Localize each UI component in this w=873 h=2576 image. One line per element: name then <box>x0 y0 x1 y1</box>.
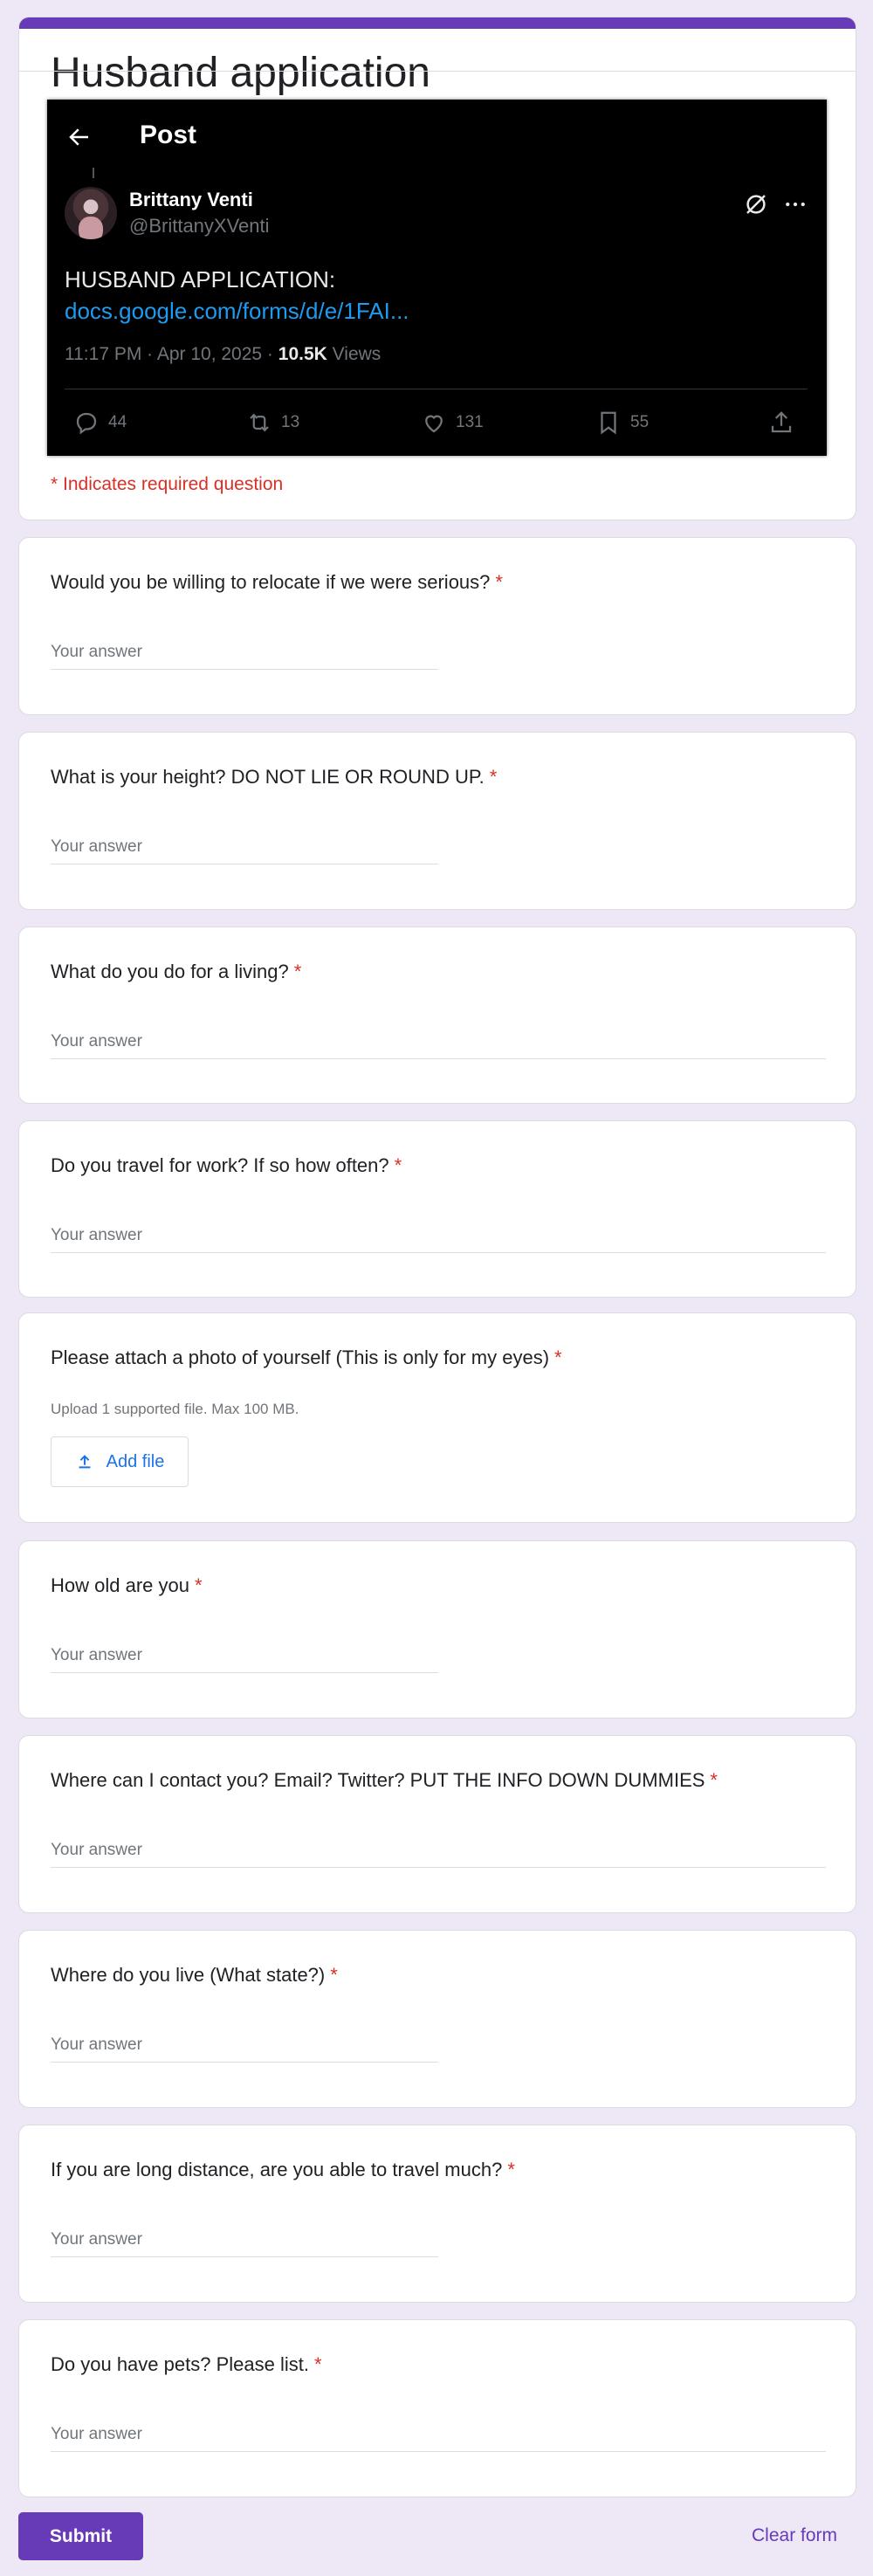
submit-button[interactable]: Submit <box>18 2512 143 2560</box>
answer-input[interactable]: Your answer <box>51 1032 142 1051</box>
question-card: Where do you live (What state?) * Your an… <box>18 1930 856 2108</box>
reply-action: 44 <box>73 409 127 437</box>
add-file-label: Add file <box>106 1451 165 1471</box>
question-text: Please attach a photo of yourself (This … <box>51 1347 550 1368</box>
question-title: If you are long distance, are you able t… <box>51 2159 515 2181</box>
question-title: Where do you live (What state?) * <box>51 1964 338 1987</box>
more-icon <box>786 202 805 207</box>
question-text: Do you travel for work? If so how often? <box>51 1154 389 1176</box>
reply-count: 44 <box>108 413 127 431</box>
reply-icon <box>76 412 97 435</box>
post-meta: 11:17 PM · Apr 10, 2025 · 10.5K Views <box>65 344 381 365</box>
answer-input[interactable]: Your answer <box>51 1841 142 1860</box>
required-star: * <box>495 571 503 593</box>
question-title: Where can I contact you? Email? Twitter?… <box>51 1769 718 1792</box>
answer-input[interactable]: Your answer <box>51 1226 142 1245</box>
question-text: Where do you live (What state?) <box>51 1964 326 1986</box>
bookmark-count: 55 <box>630 413 650 431</box>
like-count: 131 <box>456 413 484 431</box>
share-icon <box>771 411 792 433</box>
answer-underline <box>51 669 438 670</box>
answer-underline <box>51 2062 438 2063</box>
question-text: Would you be willing to relocate if we w… <box>51 571 491 593</box>
form-header-card: Husband application Post Brittany Venti … <box>18 17 856 520</box>
post-link: docs.google.com/forms/d/e/1FAI... <box>65 298 409 324</box>
question-text: Do you have pets? Please list. <box>51 2353 309 2375</box>
avatar <box>65 187 117 239</box>
author-handle: @BrittanyXVenti <box>129 215 270 237</box>
repost-action: 13 <box>246 409 299 437</box>
required-star: * <box>394 1154 402 1176</box>
question-text: If you are long distance, are you able t… <box>51 2159 503 2180</box>
question-text: What do you do for a living? <box>51 961 289 982</box>
answer-underline <box>51 1058 826 1059</box>
answer-underline <box>51 1672 438 1673</box>
question-title: What is your height? DO NOT LIE OR ROUND… <box>51 766 497 789</box>
add-file-button[interactable]: Add file <box>51 1436 189 1487</box>
question-title: Do you have pets? Please list. * <box>51 2353 322 2376</box>
answer-underline <box>51 1252 826 1253</box>
repost-count: 13 <box>281 413 300 431</box>
upload-icon <box>79 1455 91 1469</box>
post-time-date: 11:17 PM · Apr 10, 2025 · <box>65 344 278 364</box>
like-icon <box>425 415 443 433</box>
bookmark-action: 55 <box>595 409 649 437</box>
bookmark-icon <box>601 411 616 435</box>
answer-input[interactable]: Your answer <box>51 837 142 857</box>
question-card: How old are you * Your answer <box>18 1540 856 1718</box>
answer-underline <box>51 2451 826 2452</box>
required-star: * <box>313 2353 322 2375</box>
embedded-post-screenshot: Post Brittany Venti @BrittanyXVenti HUSB… <box>47 100 827 456</box>
question-card: Please attach a photo of yourself (This … <box>18 1312 856 1523</box>
answer-input[interactable]: Your answer <box>51 2425 142 2444</box>
grok-icon <box>746 195 766 214</box>
answer-underline <box>51 1867 826 1868</box>
question-text: What is your height? DO NOT LIE OR ROUND… <box>51 766 485 788</box>
question-title: Would you be willing to relocate if we w… <box>51 571 503 594</box>
answer-input[interactable]: Your answer <box>51 643 142 662</box>
views-count: 10.5K <box>278 344 327 364</box>
question-card: What do you do for a living? * Your answe… <box>18 926 856 1104</box>
question-text: How old are you <box>51 1574 189 1596</box>
question-card: Do you travel for work? If so how often?… <box>18 1120 856 1298</box>
required-note: * Indicates required question <box>51 474 284 494</box>
required-star: * <box>710 1769 718 1791</box>
question-title: Please attach a photo of yourself (This … <box>51 1347 562 1369</box>
question-title: Do you travel for work? If so how often?… <box>51 1154 402 1177</box>
answer-underline <box>51 2256 438 2257</box>
form-title: Husband application <box>51 50 430 96</box>
question-card: Would you be willing to relocate if we w… <box>18 537 856 715</box>
author-name: Brittany Venti <box>129 189 253 210</box>
question-card: Do you have pets? Please list. * Your ans… <box>18 2319 856 2497</box>
required-star: * <box>293 961 302 982</box>
thread-line <box>93 168 94 178</box>
required-star: * <box>507 2159 515 2180</box>
required-star: * <box>554 1347 562 1368</box>
question-card: If you are long distance, are you able t… <box>18 2125 856 2303</box>
header-accent-bar <box>19 17 856 29</box>
clear-form-button[interactable]: Clear form <box>752 2525 837 2546</box>
title-divider <box>19 71 856 72</box>
upload-note: Upload 1 supported file. Max 100 MB. <box>51 1401 299 1417</box>
answer-input[interactable]: Your answer <box>51 2230 142 2249</box>
required-star: * <box>194 1574 203 1596</box>
repost-icon <box>250 413 269 432</box>
post-text: HUSBAND APPLICATION: <box>65 266 336 293</box>
post-heading: Post <box>140 121 197 149</box>
question-title: What do you do for a living? * <box>51 961 301 983</box>
answer-input[interactable]: Your answer <box>51 1646 142 1665</box>
share-action <box>768 409 803 437</box>
question-card: What is your height? DO NOT LIE OR ROUND… <box>18 732 856 910</box>
question-title: How old are you * <box>51 1574 203 1597</box>
back-arrow-icon <box>69 128 88 146</box>
required-star: * <box>330 1964 338 1986</box>
question-text: Where can I contact you? Email? Twitter?… <box>51 1769 705 1791</box>
required-star: * <box>489 766 498 788</box>
question-card: Where can I contact you? Email? Twitter?… <box>18 1735 856 1913</box>
views-label: Views <box>327 344 382 364</box>
answer-input[interactable]: Your answer <box>51 2035 142 2055</box>
like-action: 131 <box>421 409 484 437</box>
